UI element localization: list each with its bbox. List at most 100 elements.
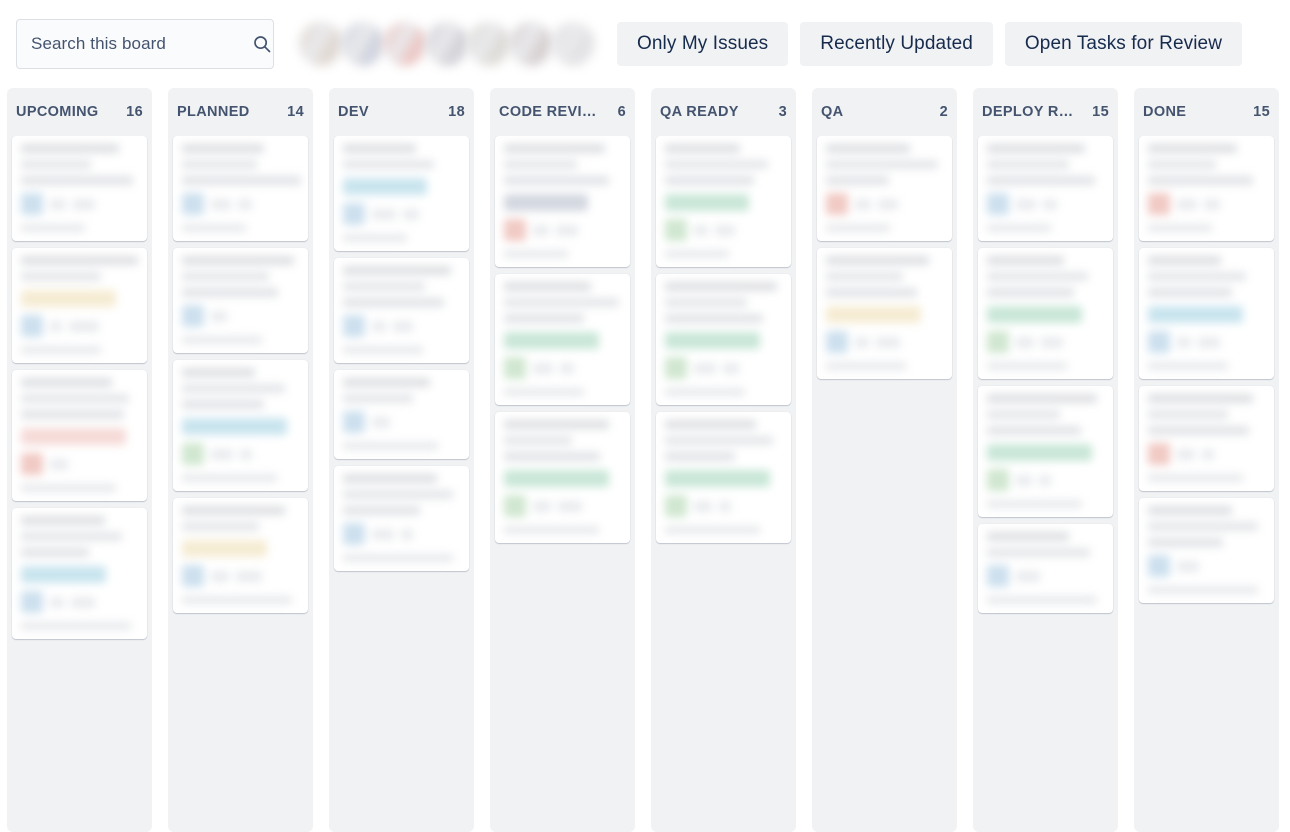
avatar-7[interactable] <box>551 22 595 66</box>
card-footer-line <box>665 388 745 396</box>
board-card[interactable] <box>1139 498 1274 603</box>
card-meta-badge <box>372 416 390 428</box>
card-footer-line <box>343 346 423 354</box>
avatar-3[interactable] <box>383 22 427 66</box>
board-card[interactable] <box>978 524 1113 613</box>
card-meta-row <box>21 453 138 475</box>
board-card[interactable] <box>173 136 308 241</box>
board-card[interactable] <box>656 136 791 267</box>
avatar-1[interactable] <box>299 22 343 66</box>
card-title-line <box>665 282 778 291</box>
column-header[interactable]: UPCOMING 16 <box>7 88 152 136</box>
board-card[interactable] <box>495 274 630 405</box>
card-title-line <box>987 144 1086 153</box>
card-title-line <box>1148 410 1228 419</box>
card-footer-line <box>182 224 247 232</box>
board-card[interactable] <box>656 274 791 405</box>
card-title-line <box>182 522 260 531</box>
search-input[interactable] <box>31 34 252 54</box>
card-redacted-content <box>826 144 943 232</box>
card-meta-badge <box>533 500 551 512</box>
board-card[interactable] <box>12 370 147 501</box>
board-card[interactable] <box>1139 386 1274 491</box>
card-meta-row <box>182 443 299 465</box>
board-card[interactable] <box>817 248 952 379</box>
board-card[interactable] <box>173 248 308 353</box>
column-header[interactable]: PLANNED 14 <box>168 88 313 136</box>
card-assignee-avatar <box>182 565 204 587</box>
column-header[interactable]: DONE 15 <box>1134 88 1279 136</box>
card-assignee-avatar <box>665 357 687 379</box>
card-redacted-content <box>987 256 1104 370</box>
card-meta-badge <box>1177 560 1199 572</box>
board-card[interactable] <box>334 370 469 459</box>
board-card[interactable] <box>12 508 147 639</box>
board-card[interactable] <box>978 248 1113 379</box>
filter-button-1[interactable]: Recently Updated <box>800 22 993 66</box>
column-header[interactable]: CODE REVIEW 6 <box>490 88 635 136</box>
card-title-line <box>504 436 572 445</box>
card-title-line <box>21 516 106 525</box>
card-title-line <box>343 474 437 483</box>
column-card-list <box>812 136 957 832</box>
board-card[interactable] <box>334 258 469 363</box>
column-card-count: 15 <box>1253 104 1270 120</box>
column-card-count: 18 <box>448 104 465 120</box>
column-card-list <box>490 136 635 832</box>
filter-button-group: Only My Issues Recently Updated Open Tasks… <box>617 22 1243 66</box>
card-meta-badge <box>533 362 553 374</box>
card-redacted-content <box>21 256 138 354</box>
card-redacted-content <box>343 144 460 242</box>
board-card[interactable] <box>173 498 308 613</box>
board-card[interactable] <box>173 360 308 491</box>
filter-button-2[interactable]: Open Tasks for Review <box>1004 22 1243 66</box>
column-header[interactable]: QA READY 3 <box>651 88 796 136</box>
filter-button-0[interactable]: Only My Issues <box>617 22 789 66</box>
avatar-5[interactable] <box>467 22 511 66</box>
kanban-board: UPCOMING 16 PLANNED 14 DEV 18 CODE REVIEW 6 QA R… <box>0 88 1290 832</box>
search-icon[interactable] <box>252 34 272 54</box>
board-column: CODE REVIEW 6 <box>490 88 635 832</box>
board-card[interactable] <box>978 386 1113 517</box>
board-card[interactable] <box>495 412 630 543</box>
board-card[interactable] <box>978 136 1113 241</box>
avatar-2[interactable] <box>341 22 385 66</box>
card-footer-line <box>1148 224 1213 232</box>
card-meta-row <box>987 469 1104 491</box>
card-redacted-content <box>21 516 138 630</box>
board-card[interactable] <box>817 136 952 241</box>
card-meta-badge <box>719 500 731 512</box>
card-title-line <box>504 420 610 429</box>
avatar-4[interactable] <box>425 22 469 66</box>
card-title-line <box>665 420 757 429</box>
card-assignee-avatar <box>826 331 848 353</box>
board-card[interactable] <box>656 412 791 543</box>
column-header[interactable]: DEPLOY READY 15 <box>973 88 1118 136</box>
board-column: DEPLOY READY 15 <box>973 88 1118 832</box>
board-card[interactable] <box>12 136 147 241</box>
column-card-list <box>1134 136 1279 832</box>
card-footer-line <box>826 362 906 370</box>
card-assignee-avatar <box>1148 443 1170 465</box>
card-footer-line <box>182 474 277 482</box>
card-assignee-avatar <box>182 305 204 327</box>
board-card[interactable] <box>1139 136 1274 241</box>
card-meta-badge <box>211 310 227 322</box>
card-meta-badge <box>1177 448 1195 460</box>
search-box[interactable] <box>16 19 274 69</box>
column-card-list <box>651 136 796 832</box>
card-meta-badge <box>533 224 549 236</box>
avatar-6[interactable] <box>509 22 553 66</box>
card-title-line <box>343 160 435 169</box>
card-redacted-content <box>504 420 621 534</box>
board-card[interactable] <box>334 136 469 251</box>
board-card[interactable] <box>12 248 147 363</box>
board-card[interactable] <box>495 136 630 267</box>
column-header[interactable]: DEV 18 <box>329 88 474 136</box>
card-meta-badge <box>560 362 574 374</box>
board-card[interactable] <box>334 466 469 571</box>
board-card[interactable] <box>1139 248 1274 379</box>
column-card-list <box>973 136 1118 832</box>
column-header[interactable]: QA 2 <box>812 88 957 136</box>
card-assignee-avatar <box>343 203 365 225</box>
